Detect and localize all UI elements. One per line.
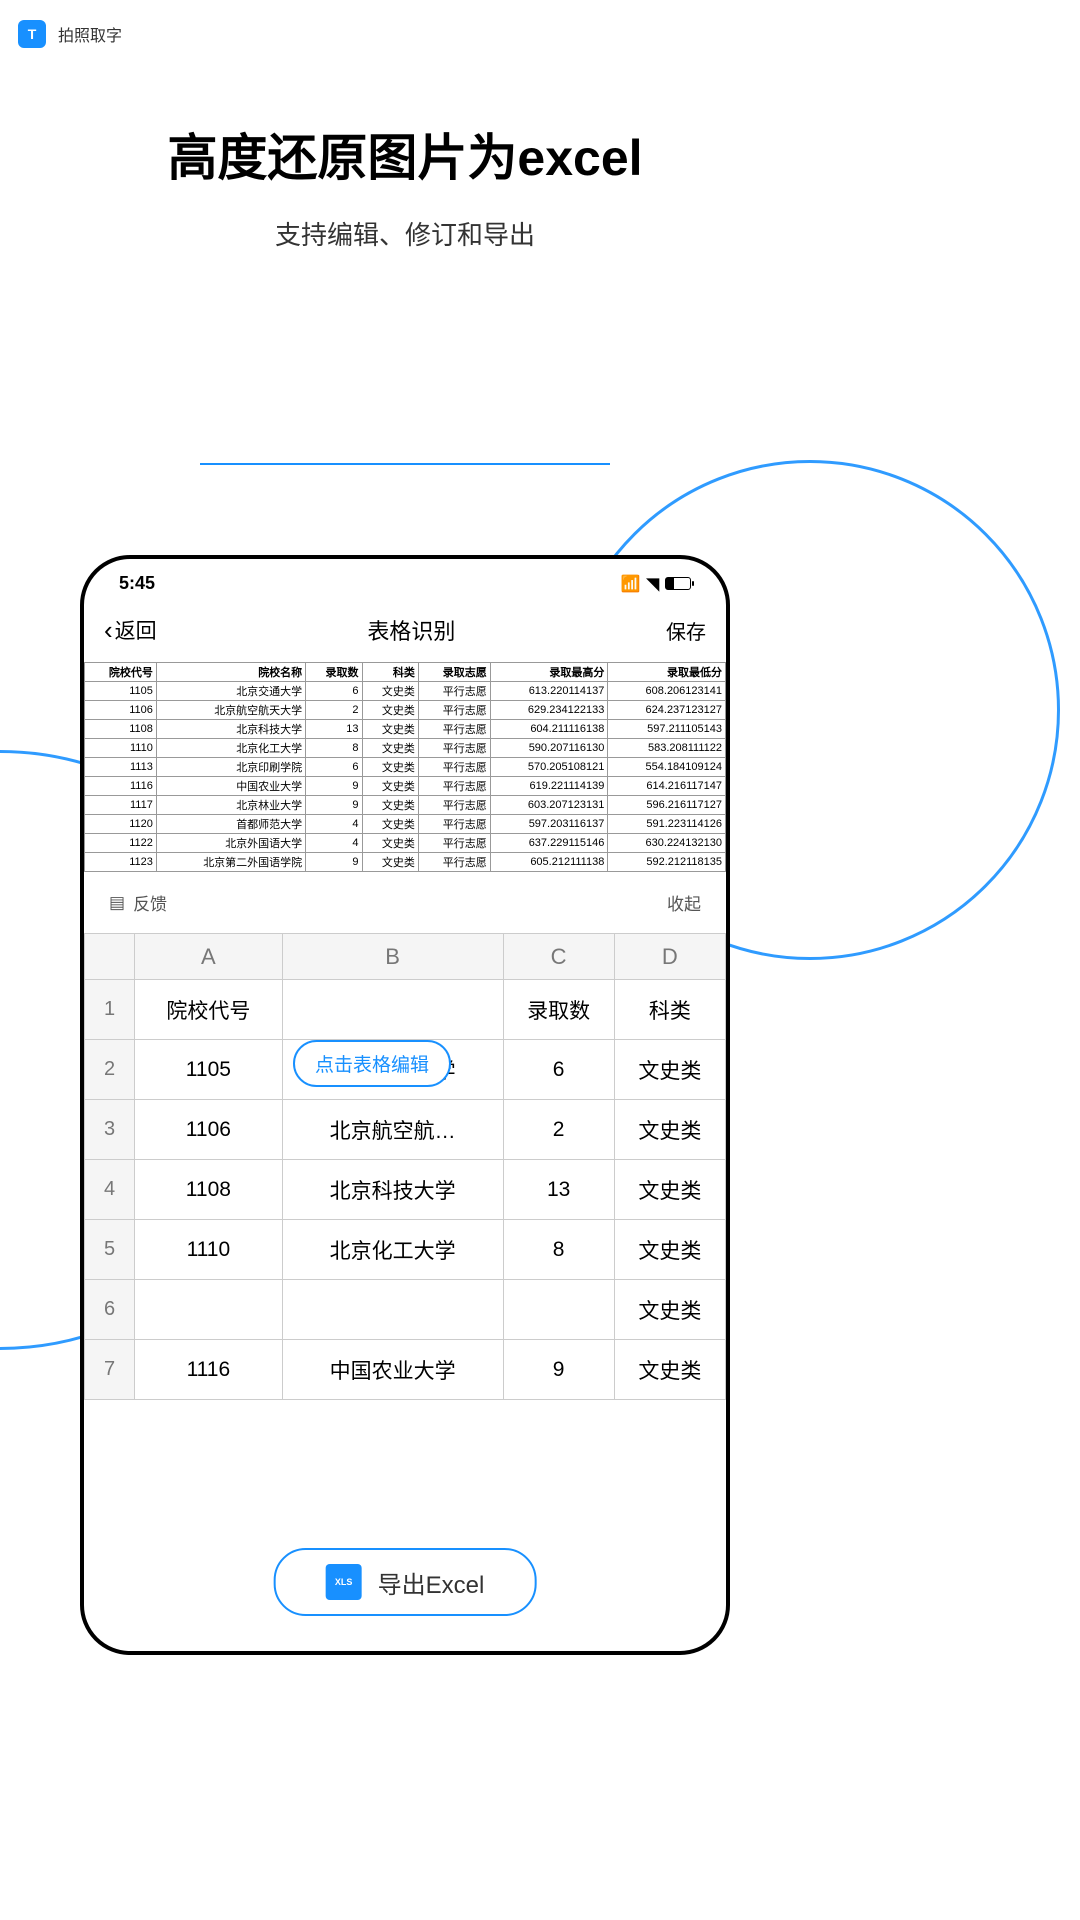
export-excel-button[interactable]: XLS 导出Excel — [274, 1548, 537, 1616]
excel-grid[interactable]: ABCD1院校代号录取数科类21105北京交通大学6文史类31106北京航空航…… — [84, 933, 726, 1400]
navbar: ‹ 返回 表格识别 保存 — [84, 602, 726, 658]
back-label: 返回 — [115, 615, 157, 645]
export-label: 导出Excel — [378, 1565, 485, 1600]
feedback-label: 反馈 — [133, 890, 167, 915]
chevron-left-icon: ‹ — [104, 615, 113, 646]
save-button[interactable]: 保存 — [666, 616, 706, 645]
nav-title: 表格识别 — [367, 614, 455, 646]
status-icons: 📶 ◥ — [621, 574, 691, 594]
signal-icon: 📶 — [621, 574, 641, 594]
app-header: T 拍照取字 — [0, 0, 810, 68]
wifi-icon: ◥ — [647, 574, 659, 594]
hero-subtitle: 支持编辑、修订和导出 — [0, 215, 810, 252]
toolbar: ▤ 反馈 收起 — [84, 872, 726, 933]
app-icon: T — [18, 20, 46, 48]
xls-icon: XLS — [326, 1564, 362, 1600]
phone-frame: 5:45 📶 ◥ ‹ 返回 表格识别 保存 院校代号院校名称录取数科类录取志愿录… — [80, 555, 730, 1655]
collapse-button[interactable]: 收起 — [667, 890, 701, 915]
scan-line — [200, 463, 610, 465]
back-button[interactable]: ‹ 返回 — [104, 615, 157, 646]
edit-tooltip: 点击表格编辑 — [293, 1040, 451, 1087]
hero-title: 高度还原图片为excel — [0, 118, 810, 190]
status-time: 5:45 — [119, 573, 155, 594]
status-bar: 5:45 📶 ◥ — [84, 559, 726, 602]
battery-icon — [665, 577, 691, 590]
app-name: 拍照取字 — [58, 22, 122, 46]
recognized-table: 院校代号院校名称录取数科类录取志愿录取最高分录取最低分1105北京交通大学6文史… — [84, 662, 726, 872]
feedback-button[interactable]: ▤ 反馈 — [109, 890, 167, 915]
feedback-icon: ▤ — [109, 893, 125, 913]
